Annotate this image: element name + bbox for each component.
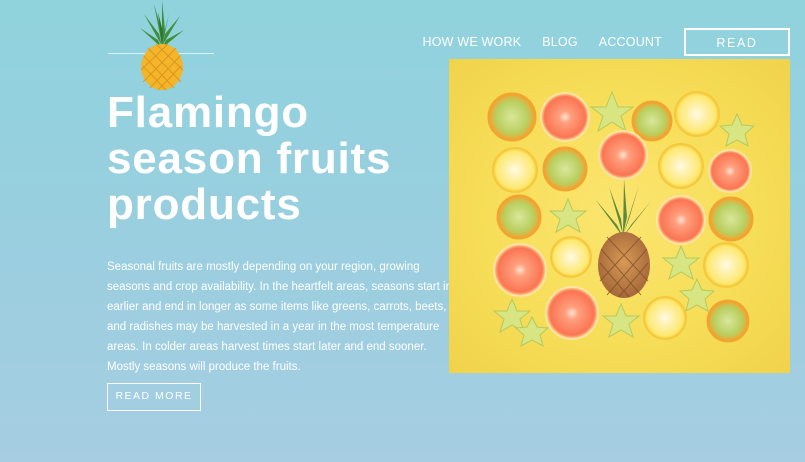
hero-title: Flamingo season fruits products [107,90,447,228]
pineapple-logo-icon[interactable] [134,0,190,92]
nav-read-more-button[interactable]: READ MORE [684,28,790,76]
hero-title-line-3: products [107,180,302,229]
fruit-row-2 [492,130,752,193]
nav-link-blog[interactable]: BLOG [542,28,578,56]
nav-link-account[interactable]: ACCOUNT [599,28,662,56]
hero-read-more-button[interactable]: READ MORE [107,383,201,411]
nav-link-how-we-work[interactable]: HOW WE WORK [423,28,522,56]
top-navigation: HOW WE WORK BLOG ACCOUNT READ MORE [402,28,790,76]
hero-title-line-2: season fruits [107,134,392,183]
hero-title-line-1: Flamingo [107,88,309,137]
central-pineapple [595,179,651,298]
hero-description: Seasonal fruits are mostly depending on … [107,261,452,373]
fruits-photo [449,59,790,373]
